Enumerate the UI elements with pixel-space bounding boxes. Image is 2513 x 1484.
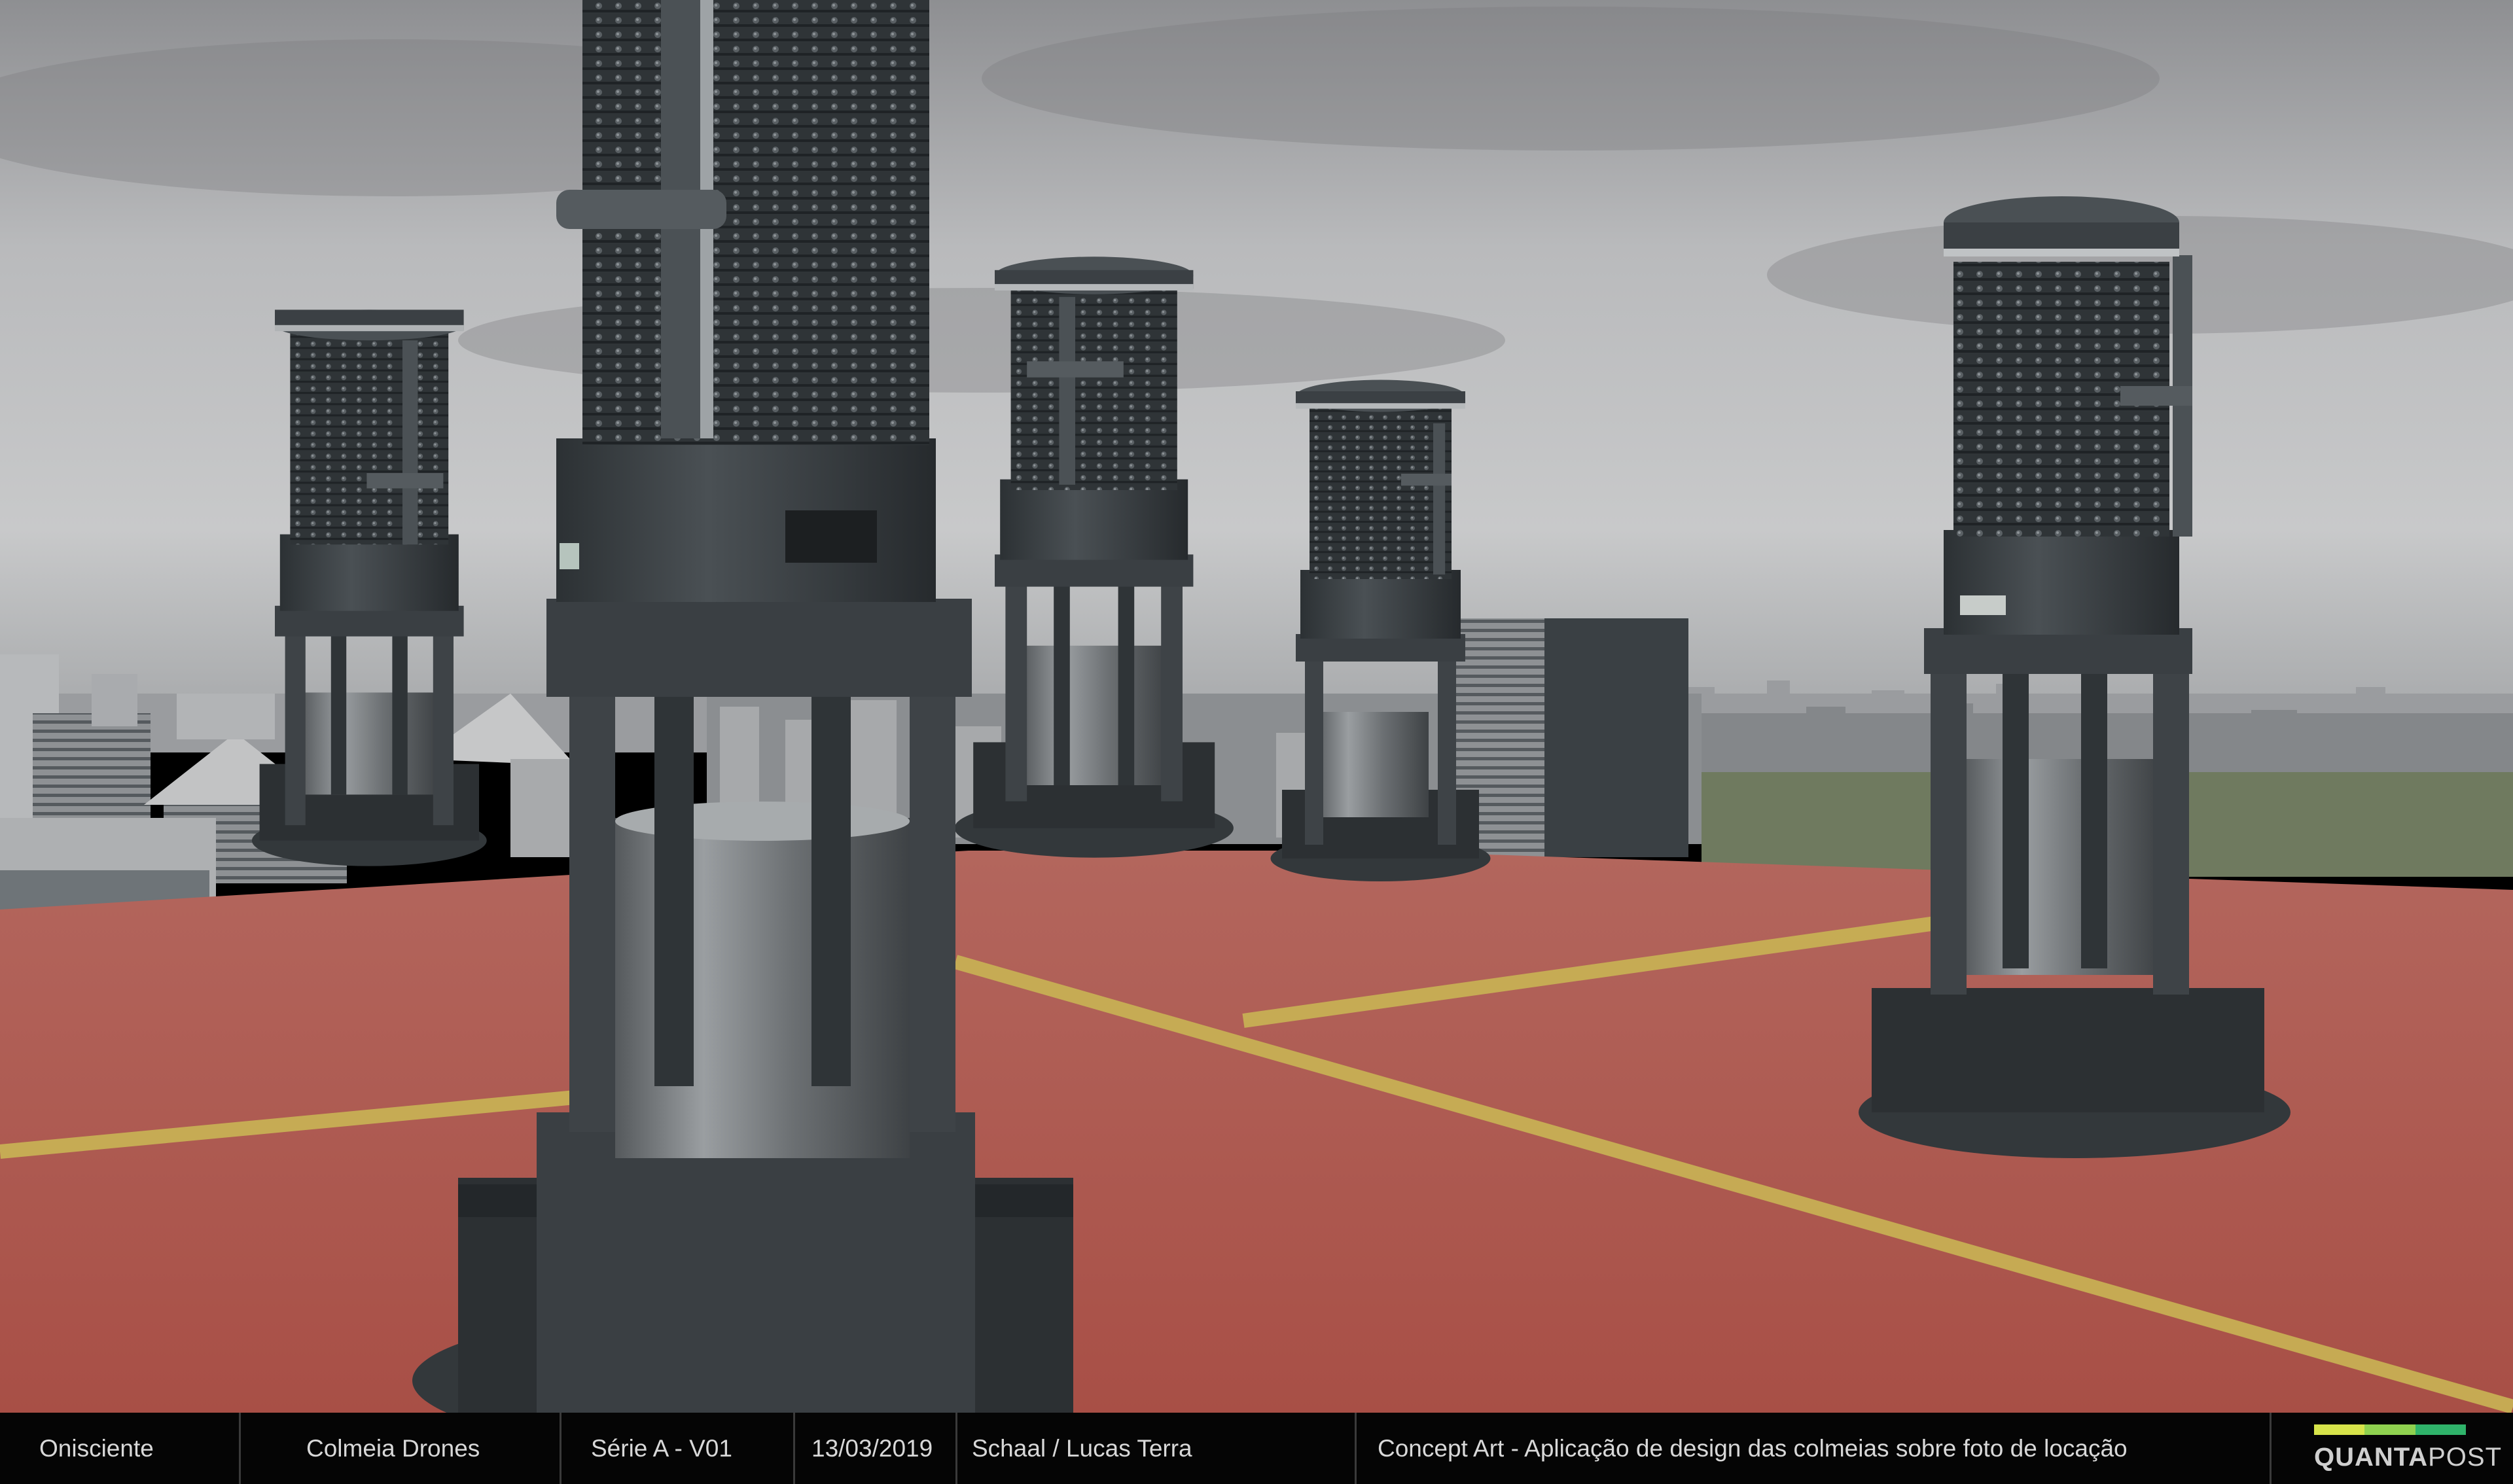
logo-bar-green xyxy=(2415,1424,2466,1435)
description: Concept Art - Aplicação de design das co… xyxy=(1378,1434,2128,1462)
caption-divider xyxy=(793,1413,795,1484)
logo-wordmark: QUANTAPOST xyxy=(2314,1443,2502,1472)
logo-word-post: POST xyxy=(2428,1443,2503,1472)
logo-color-bars xyxy=(2314,1424,2466,1435)
caption-divider xyxy=(955,1413,957,1484)
caption-bar: Onisciente Colmeia Drones Série A - V01 … xyxy=(0,1413,2513,1484)
logo-bar-lime xyxy=(2364,1424,2415,1435)
caption-divider xyxy=(1355,1413,1357,1484)
subject-name: Colmeia Drones xyxy=(306,1434,480,1462)
authors: Schaal / Lucas Terra xyxy=(972,1434,1192,1462)
caption-divider xyxy=(560,1413,561,1484)
logo-bar-yellow xyxy=(2314,1424,2365,1435)
logo-word-quanta: QUANTA xyxy=(2314,1443,2429,1472)
concept-art-render xyxy=(0,0,2513,1413)
date: 13/03/2019 xyxy=(811,1434,933,1462)
caption-divider xyxy=(239,1413,241,1484)
project-name: Onisciente xyxy=(39,1434,154,1462)
quanta-post-logo: QUANTAPOST xyxy=(2314,1424,2501,1477)
series-version: Série A - V01 xyxy=(591,1434,732,1462)
caption-divider xyxy=(2270,1413,2272,1484)
